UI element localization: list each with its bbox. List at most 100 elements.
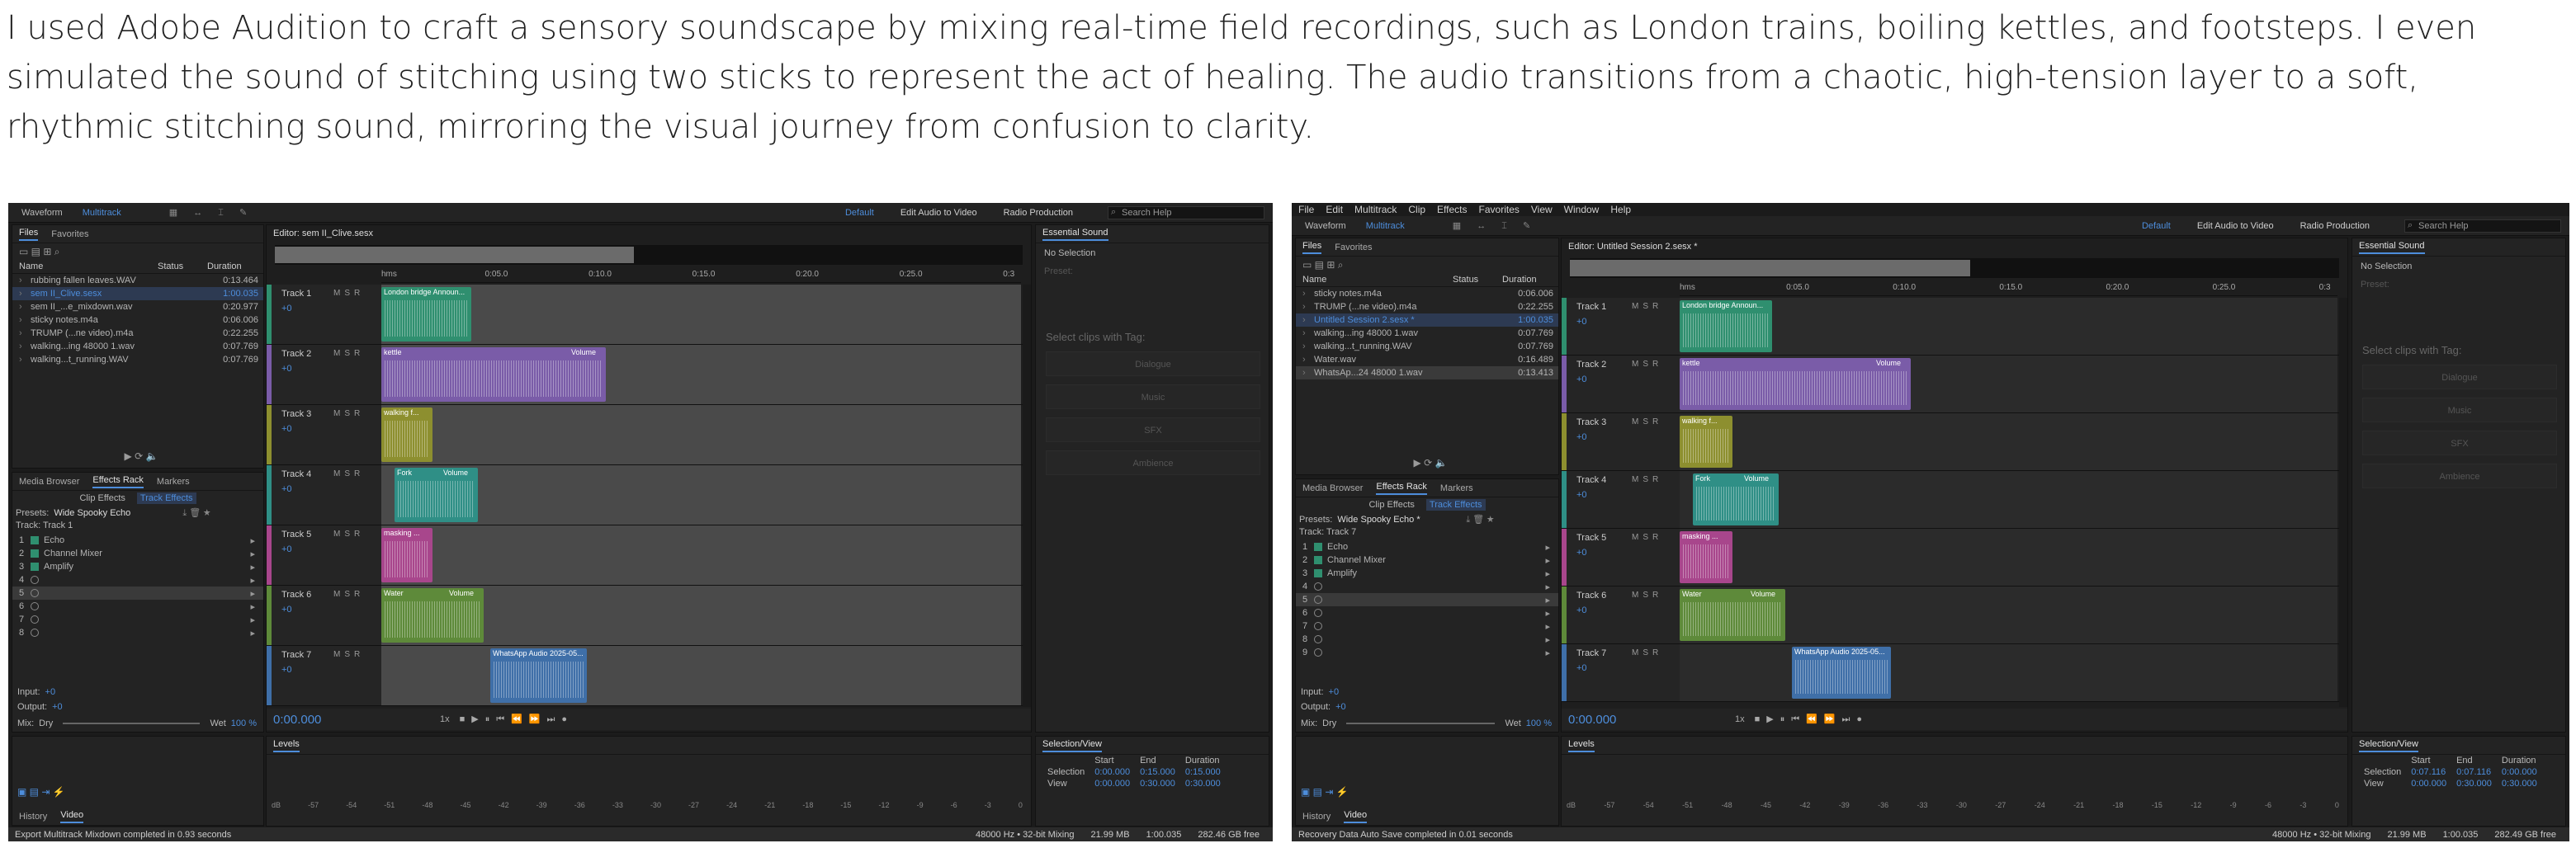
track-row[interactable]: Track 4 MSR +0 Fork Volume (1562, 471, 2347, 529)
effect-slot[interactable]: 3 Amplify ▸ (12, 560, 263, 573)
chevron-right-icon[interactable]: › (19, 313, 31, 327)
tab-media-browser[interactable]: Media Browser (19, 477, 79, 487)
empty-slot-icon[interactable] (31, 589, 39, 597)
files-playback-controls[interactable]: ▶ ⟳ 🔈 (1296, 455, 1558, 471)
file-row[interactable]: › Untitled Session 2.sesx * 1:00.035 (1296, 313, 1558, 327)
menu-item[interactable]: Effects (1437, 203, 1467, 216)
clip-effects-tab[interactable]: Clip Effects (79, 493, 125, 503)
chevron-right-icon[interactable]: › (1302, 366, 1314, 379)
chevron-right-icon[interactable]: ▸ (250, 628, 255, 638)
lower-icons[interactable]: ▣ ▤ ⇥ ⚡ (1301, 786, 1349, 798)
effect-slot[interactable]: 9 ▸ (1296, 646, 1558, 659)
file-row[interactable]: › sticky notes.m4a 0:06.006 (1296, 287, 1558, 300)
selection-duration[interactable]: 0:00.000 (2497, 766, 2542, 778)
levels-title[interactable]: Levels (1568, 739, 1595, 752)
selection-end[interactable]: 0:15.000 (1135, 766, 1180, 778)
menu-item[interactable]: View (1531, 203, 1553, 216)
chevron-right-icon[interactable]: › (19, 287, 31, 300)
selection-duration[interactable]: 0:15.000 (1180, 766, 1226, 778)
file-row[interactable]: › walking...t_running.WAV 0:07.769 (1296, 340, 1558, 353)
menu-item[interactable]: Clip (1408, 203, 1425, 216)
track-row[interactable]: Track 2 MSR +0 kettle Volume (1562, 356, 2347, 413)
menu-item[interactable]: Multitrack (1354, 203, 1397, 216)
tab-markers[interactable]: Markers (157, 477, 190, 487)
chevron-right-icon[interactable]: › (1302, 327, 1314, 340)
view-end[interactable]: 0:30.000 (2451, 778, 2497, 789)
input-gain[interactable]: +0 (1329, 687, 1340, 697)
wet-value[interactable]: 100 % (1526, 718, 1552, 728)
track-name[interactable]: Track 1 (1576, 302, 1606, 312)
chevron-right-icon[interactable]: ▸ (1545, 621, 1550, 632)
vertical-scrollbar[interactable] (1023, 285, 1031, 707)
output-gain[interactable]: +0 (52, 702, 63, 712)
clip-effects-tab[interactable]: Clip Effects (1368, 500, 1414, 510)
track-name[interactable]: Track 6 (1576, 591, 1606, 601)
tab-effects-rack[interactable]: Effects Rack (92, 475, 144, 488)
chevron-right-icon[interactable]: ▸ (250, 562, 255, 572)
save-preset-icon[interactable]: ⤓ 🗑 ★ (1466, 514, 1494, 525)
track-name[interactable]: Track 5 (281, 530, 311, 539)
menu-item[interactable]: File (1298, 203, 1314, 216)
ambience-button[interactable]: Ambience (2362, 464, 2557, 488)
audio-clip[interactable]: masking ... (1680, 531, 1732, 583)
overview-zoom-bar[interactable] (1570, 258, 2339, 278)
chevron-right-icon[interactable]: ▸ (250, 588, 255, 599)
file-row[interactable]: › walking...t_running.WAV 0:07.769 (12, 353, 263, 366)
effect-power-icon[interactable] (31, 536, 39, 544)
empty-slot-icon[interactable] (31, 576, 39, 584)
empty-slot-icon[interactable] (1314, 596, 1322, 604)
view-duration[interactable]: 0:30.000 (2497, 778, 2542, 789)
track-name[interactable]: Track 6 (281, 590, 311, 600)
chevron-right-icon[interactable]: ▸ (1545, 568, 1550, 579)
music-button[interactable]: Music (1046, 384, 1260, 409)
tab-media-browser[interactable]: Media Browser (1302, 483, 1363, 493)
editor-title[interactable]: Editor: sem II_Clive.sesx (273, 228, 373, 238)
chevron-right-icon[interactable]: › (19, 300, 31, 313)
view-start[interactable]: 0:00.000 (2406, 778, 2451, 789)
editor-title[interactable]: Editor: Untitled Session 2.sesx * (1568, 242, 1698, 252)
tool-icons[interactable]: ▦ ↔ ⌶ ✎ (1453, 220, 1537, 232)
track-name[interactable]: Track 5 (1576, 533, 1606, 543)
mute-solo-record-buttons[interactable]: MSR (333, 349, 364, 358)
menu-item[interactable]: Help (1610, 203, 1631, 216)
track-name[interactable]: Track 1 (281, 289, 311, 299)
selection-start[interactable]: 0:00.000 (1089, 766, 1135, 778)
dialogue-button[interactable]: Dialogue (2362, 365, 2557, 389)
current-time[interactable]: 0:00.000 (1568, 713, 1725, 727)
file-row[interactable]: › sem II_Clive.sesx 1:00.035 (12, 287, 263, 300)
mute-solo-record-buttons[interactable]: MSR (1632, 591, 1662, 600)
tab-favorites[interactable]: Favorites (1335, 243, 1372, 252)
effect-slot[interactable]: 6 ▸ (1296, 606, 1558, 620)
effect-slot[interactable]: 3 Amplify ▸ (1296, 567, 1558, 580)
presets-dropdown[interactable]: Wide Spooky Echo * (1337, 515, 1461, 525)
mute-solo-record-buttons[interactable]: MSR (333, 590, 364, 599)
view-duration[interactable]: 0:30.000 (1180, 778, 1226, 789)
track-row[interactable]: Track 5 MSR +0 masking ... (1562, 529, 2347, 587)
col-status[interactable]: Status (158, 261, 207, 271)
track-effects-tab[interactable]: Track Effects (1425, 499, 1486, 511)
col-name[interactable]: Name (1302, 275, 1453, 285)
menu-item[interactable]: Edit (1326, 203, 1343, 216)
track-name[interactable]: Track 3 (281, 409, 311, 419)
tool-icons[interactable]: ▦ ↔ ⌶ ✎ (169, 207, 253, 219)
chevron-right-icon[interactable]: › (19, 340, 31, 353)
save-preset-icon[interactable]: ⤓ 🗑 ★ (182, 507, 210, 519)
effect-slot[interactable]: 8 ▸ (1296, 633, 1558, 646)
audio-clip[interactable]: Fork Volume (1693, 473, 1779, 525)
time-ruler[interactable]: hms 0:05.0 0:10.0 0:15.0 0:20.0 0:25.0 0:3 (1680, 281, 2337, 296)
transport-controls[interactable]: ■▶⏸⏮⏪⏩⏭● (460, 714, 574, 725)
track-name[interactable]: Track 7 (1576, 648, 1606, 658)
waveform-button[interactable]: Waveform (17, 206, 68, 219)
audio-clip[interactable]: London bridge Announ... (1680, 300, 1772, 352)
chevron-right-icon[interactable]: ▸ (250, 535, 255, 546)
chevron-right-icon[interactable]: › (19, 327, 31, 340)
file-row[interactable]: › sticky notes.m4a 0:06.006 (12, 313, 263, 327)
track-volume[interactable]: +0 (281, 605, 292, 615)
presets-dropdown[interactable]: Wide Spooky Echo (54, 508, 177, 518)
track-volume[interactable]: +0 (1576, 432, 1587, 442)
file-row[interactable]: › TRUMP (...ne video).m4a 0:22.255 (12, 327, 263, 340)
empty-slot-icon[interactable] (1314, 635, 1322, 643)
track-row[interactable]: Track 5 MSR +0 masking ... (267, 525, 1031, 586)
selection-view-title[interactable]: Selection/View (2359, 739, 2418, 752)
effect-power-icon[interactable] (1314, 556, 1322, 564)
